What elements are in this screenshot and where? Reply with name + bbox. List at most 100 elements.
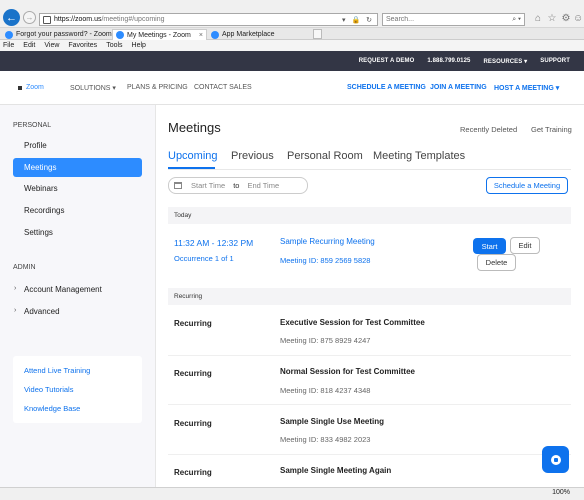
meeting-title[interactable]: Sample Recurring Meeting xyxy=(280,237,375,246)
start-meeting-button[interactable]: Start xyxy=(473,238,506,254)
start-time-field[interactable]: Start Time xyxy=(191,181,225,190)
browser-tab-my-meetings[interactable]: My Meetings - Zoom × xyxy=(112,29,207,40)
video-tutorials-link[interactable]: Video Tutorials xyxy=(24,385,73,394)
recurring-label: Recurring xyxy=(174,369,212,378)
menu-edit[interactable]: Edit xyxy=(23,42,35,49)
search-icon[interactable]: ⌕ ▾ xyxy=(512,16,521,24)
nav-host-meeting[interactable]: HOST A MEETING ▾ xyxy=(494,84,559,92)
tab-previous[interactable]: Previous xyxy=(231,150,274,162)
browser-tab-label: Forgot your password? - Zoom xyxy=(16,31,112,38)
meeting-title[interactable]: Executive Session for Test Committee xyxy=(280,318,425,327)
close-tab-icon[interactable]: × xyxy=(196,32,203,39)
chevron-right-icon[interactable]: › xyxy=(14,285,16,292)
active-tab-indicator xyxy=(168,167,215,169)
attend-live-training-link[interactable]: Attend Live Training xyxy=(24,366,90,375)
zoom-favicon-icon xyxy=(211,30,219,39)
get-training-link[interactable]: Get Training xyxy=(531,125,572,134)
today-section-header: Today xyxy=(168,207,571,224)
nav-join-meeting[interactable]: JOIN A MEETING xyxy=(430,84,487,91)
chat-icon xyxy=(550,454,561,465)
sidebar-item-profile[interactable]: Profile xyxy=(24,141,47,150)
browser-tab-label: App Marketplace xyxy=(222,31,275,38)
browser-tab-forgot-password[interactable]: Forgot your password? - Zoom xyxy=(2,29,112,40)
meeting-id: Meeting ID: 818 4237 4348 xyxy=(280,386,371,395)
calendar-icon xyxy=(174,182,182,189)
menu-tools[interactable]: Tools xyxy=(106,42,122,49)
browser-search[interactable]: ⌕ ▾ xyxy=(382,13,525,26)
sidebar-personal-heading: PERSONAL xyxy=(13,122,52,129)
sidebar-item-settings[interactable]: Settings xyxy=(24,228,53,237)
request-demo-link[interactable]: REQUEST A DEMO xyxy=(359,58,415,64)
meeting-occurrence[interactable]: Occurrence 1 of 1 xyxy=(174,254,234,263)
chat-widget-button[interactable] xyxy=(542,446,569,473)
nav-contact-sales[interactable]: CONTACT SALES xyxy=(194,84,252,91)
row-divider xyxy=(168,355,571,356)
sidebar-item-webinars[interactable]: Webinars xyxy=(24,184,58,193)
zoom-favicon-icon xyxy=(116,31,124,39)
phone-number: 1.888.799.0125 xyxy=(427,58,471,64)
sidebar-item-advanced[interactable]: Advanced xyxy=(24,307,60,316)
menu-file[interactable]: File xyxy=(3,42,14,49)
browser-search-input[interactable] xyxy=(386,16,513,23)
recurring-label: Recurring xyxy=(174,319,212,328)
logo-icon xyxy=(18,85,22,90)
nav-schedule-meeting[interactable]: SCHEDULE A MEETING xyxy=(347,84,426,91)
end-time-field[interactable]: End Time xyxy=(247,181,279,190)
meeting-id[interactable]: Meeting ID: 859 2569 5828 xyxy=(280,256,370,265)
forward-button[interactable]: → xyxy=(23,11,36,24)
address-bar-icons[interactable]: ▾ 🔒 ↻ xyxy=(342,16,374,24)
back-button[interactable]: ← xyxy=(3,9,20,26)
browser-tab-label: My Meetings - Zoom xyxy=(127,31,191,39)
zoom-level-indicator[interactable]: 100% xyxy=(552,489,570,496)
sidebar-item-recordings[interactable]: Recordings xyxy=(24,206,64,215)
back-arrow-icon: ← xyxy=(6,11,17,24)
page-title: Meetings xyxy=(168,120,221,135)
sidebar-item-account-management[interactable]: Account Management xyxy=(24,285,102,294)
home-icon[interactable]: ⌂ xyxy=(532,13,544,25)
meeting-title[interactable]: Sample Single Use Meeting xyxy=(280,417,384,426)
resources-menu[interactable]: RESOURCES ▾ xyxy=(483,58,527,65)
logo-text: Zoom xyxy=(26,84,44,91)
knowledge-base-link[interactable]: Knowledge Base xyxy=(24,404,80,413)
recurring-label: Recurring xyxy=(174,468,212,477)
edit-meeting-button[interactable]: Edit xyxy=(510,237,540,254)
recurring-label: Recurring xyxy=(174,419,212,428)
zoom-logo[interactable]: Zoom xyxy=(18,84,44,91)
nav-solutions[interactable]: SOLUTIONS ▾ xyxy=(70,84,116,92)
new-tab-button[interactable] xyxy=(313,29,322,39)
delete-meeting-button[interactable]: Delete xyxy=(477,254,516,271)
tab-personal-room[interactable]: Personal Room xyxy=(287,150,363,162)
recurring-section-header: Recurring xyxy=(168,288,571,305)
meeting-title[interactable]: Normal Session for Test Committee xyxy=(280,367,415,376)
tab-meeting-templates[interactable]: Meeting Templates xyxy=(373,150,465,162)
url-host: https://zoom.us xyxy=(54,16,102,23)
nav-plans-pricing[interactable]: PLANS & PRICING xyxy=(127,84,188,91)
menu-view[interactable]: View xyxy=(44,42,59,49)
date-range-picker[interactable]: Start Time to End Time xyxy=(168,177,308,194)
chevron-right-icon[interactable]: › xyxy=(14,307,16,314)
tab-upcoming[interactable]: Upcoming xyxy=(168,150,218,162)
gear-icon[interactable]: ⚙ xyxy=(560,13,572,25)
zoom-favicon-icon xyxy=(5,30,13,39)
sidebar-item-meetings-label: Meetings xyxy=(24,163,57,172)
recently-deleted-link[interactable]: Recently Deleted xyxy=(460,125,517,134)
menu-help[interactable]: Help xyxy=(132,42,146,49)
menu-favorites[interactable]: Favorites xyxy=(68,42,97,49)
support-link[interactable]: SUPPORT xyxy=(540,58,570,64)
meeting-title[interactable]: Sample Single Meeting Again xyxy=(280,466,391,475)
sidebar-admin-heading: ADMIN xyxy=(13,264,36,271)
browser-tab-app-marketplace[interactable]: App Marketplace xyxy=(208,29,312,40)
address-bar[interactable]: https://zoom.us/meeting#/upcoming ▾ 🔒 ↻ xyxy=(39,13,378,26)
browser-menu-bar: File Edit View Favorites Tools Help xyxy=(0,40,584,51)
browser-status-bar xyxy=(0,487,584,500)
favorites-star-icon[interactable]: ☆ xyxy=(546,13,558,25)
row-divider xyxy=(168,454,571,455)
top-utility-bar: REQUEST A DEMO 1.888.799.0125 RESOURCES … xyxy=(0,51,584,71)
schedule-meeting-button[interactable]: Schedule a Meeting xyxy=(486,177,568,194)
url-path: /meeting#/upcoming xyxy=(101,16,165,23)
forward-arrow-icon: → xyxy=(25,13,34,22)
meeting-time[interactable]: 11:32 AM - 12:32 PM xyxy=(174,238,253,248)
page-icon xyxy=(43,15,51,24)
date-range-to-label: to xyxy=(233,181,240,190)
smiley-icon[interactable]: ☺ xyxy=(573,13,583,25)
